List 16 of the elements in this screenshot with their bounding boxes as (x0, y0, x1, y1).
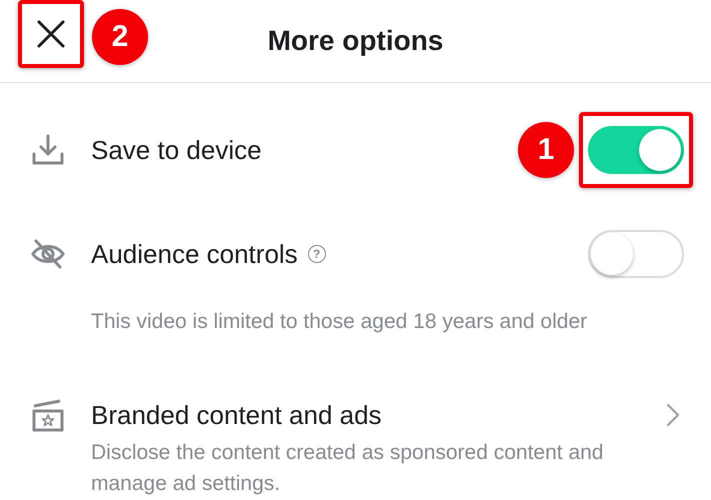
step-badge: 1 (518, 122, 574, 178)
option-description: This video is limited to those aged 18 years and older (91, 309, 588, 335)
option-description: Disclose the content created as sponsored content and manage ad settings. (91, 440, 604, 497)
option-label: Branded content and ads (91, 399, 382, 432)
chevron-right-icon[interactable] (666, 403, 680, 427)
option-label: Save to device (91, 134, 262, 167)
toggle-switch[interactable] (588, 126, 684, 174)
clapperboard-icon (31, 398, 65, 432)
help-icon[interactable]: ? (308, 245, 326, 263)
option-label: Audience controls (91, 238, 298, 271)
eye-slash-icon (31, 239, 65, 269)
window-title: More options (268, 25, 444, 57)
close-icon (36, 19, 66, 49)
step-badge: 2 (92, 9, 148, 65)
toggle-switch[interactable] (588, 230, 684, 278)
download-icon (31, 134, 65, 166)
